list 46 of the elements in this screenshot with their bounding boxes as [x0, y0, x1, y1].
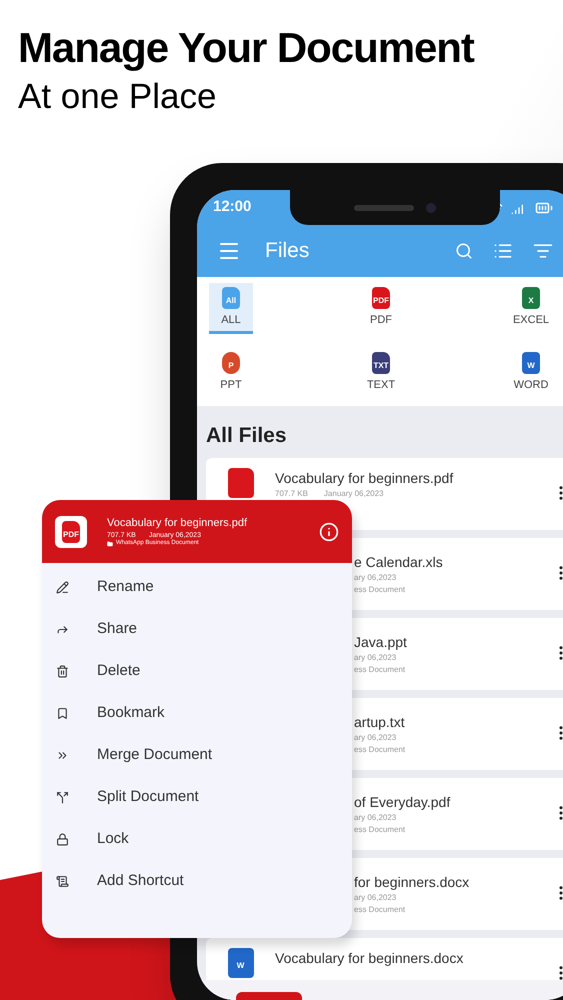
section-title: All Files: [205, 423, 288, 449]
file-type-icon: All: [222, 287, 240, 309]
file-type-icon: W: [522, 352, 540, 374]
file-source: ess Document: [354, 744, 406, 754]
subheadline: At one Place: [18, 76, 218, 118]
file-size: 707.7 KB: [275, 488, 308, 498]
menu-item[interactable]: Merge Document: [42, 734, 352, 776]
file-source: ess Document: [354, 824, 406, 834]
file-name: for beginners.docx: [354, 872, 470, 892]
file-source: ess Document: [354, 584, 406, 594]
pdf-file-icon: PDF: [62, 520, 80, 542]
file-type-icon: TXT: [372, 352, 390, 374]
file-date: ary 06,2023: [354, 892, 396, 902]
file-source: ess Document: [354, 904, 406, 914]
menu-item[interactable]: Delete: [42, 650, 352, 692]
menu-item[interactable]: Bookmark: [42, 692, 352, 734]
file-date: ary 06,2023: [354, 572, 396, 582]
file-name: of Everyday.pdf: [354, 792, 452, 812]
file-name: Vocabulary for beginners.docx: [275, 948, 464, 968]
file-name: artup.txt: [354, 712, 406, 732]
headline: Manage Your Document: [18, 23, 474, 73]
file-source: ess Document: [354, 664, 406, 674]
category-tab[interactable]: P PPT: [209, 348, 253, 398]
file-type-icon: P: [222, 352, 240, 374]
menu-item[interactable]: Lock: [42, 818, 352, 860]
menu-item[interactable]: Add Shortcut: [42, 860, 352, 902]
file-name: e Calendar.xls: [354, 552, 444, 572]
menu-item[interactable]: Rename: [42, 566, 352, 608]
app-title: Files: [265, 238, 310, 264]
menu-item[interactable]: Split Document: [42, 776, 352, 818]
status-time: 12:00: [213, 197, 252, 218]
category-tab[interactable]: W WORD: [509, 348, 553, 398]
menu-item[interactable]: Share: [42, 608, 352, 650]
file-name: Java.ppt: [354, 632, 408, 652]
file-date: ary 06,2023: [354, 652, 396, 662]
category-tab[interactable]: X EXCEL: [509, 283, 553, 334]
file-type-icon: X: [522, 287, 540, 309]
file-type-icon: W: [228, 948, 254, 978]
file-date: January 06,2023: [324, 488, 384, 498]
file-name: Vocabulary for beginners.pdf: [275, 468, 454, 488]
file-date: ary 06,2023: [354, 732, 396, 742]
category-tab[interactable]: TXT TEXT: [359, 348, 403, 398]
category-tab[interactable]: All ALL: [209, 283, 253, 334]
file-type-icon: PDF: [372, 287, 390, 309]
category-tab[interactable]: PDF PDF: [359, 283, 403, 334]
file-date: ary 06,2023: [354, 812, 396, 822]
